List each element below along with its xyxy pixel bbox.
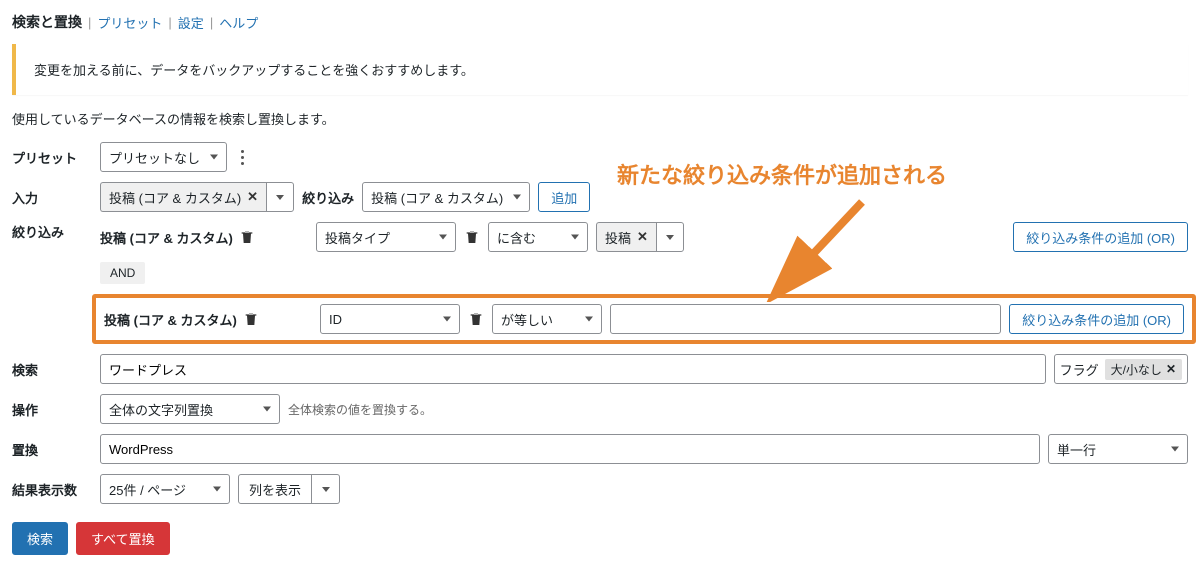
filter2-highlight: 投稿 (コア & カスタム) ID が等しい 絞り込み条件の追加 (OR) — [92, 294, 1196, 344]
backup-notice: 変更を加える前に、データをバックアップすることを強くおすすめします。 — [12, 44, 1188, 95]
filter1-add-or-button[interactable]: 絞り込み条件の追加 (OR) — [1013, 222, 1188, 252]
replace-label: 置換 — [12, 440, 90, 459]
search-label: 検索 — [12, 360, 90, 379]
results-label: 結果表示数 — [12, 480, 90, 499]
page-title: 検索と置換 — [12, 12, 82, 32]
flag-chip[interactable]: 大/小なし ✕ — [1105, 359, 1182, 380]
close-icon[interactable]: ✕ — [637, 229, 648, 245]
flag-label: フラグ — [1060, 360, 1099, 379]
preset-label: プリセット — [12, 148, 90, 167]
filter1-title: 投稿 (コア & カスタム) — [100, 228, 233, 247]
replace-input[interactable] — [100, 434, 1040, 464]
separator: | — [88, 15, 91, 30]
filter1-value-tag[interactable]: 投稿 ✕ — [596, 222, 656, 252]
input-filter-select[interactable]: 投稿 (コア & カスタム) — [362, 182, 530, 212]
page-description: 使用しているデータベースの情報を検索し置換します。 — [12, 109, 1188, 128]
filter2-title: 投稿 (コア & カスタム) — [104, 310, 237, 329]
trash-icon[interactable] — [468, 311, 484, 327]
replace-all-button[interactable]: すべて置換 — [76, 522, 170, 555]
operation-hint: 全体検索の値を置換する。 — [288, 401, 432, 418]
columns-dropdown[interactable] — [312, 474, 340, 504]
input-source-dropdown[interactable] — [266, 182, 294, 212]
separator: | — [210, 15, 213, 30]
close-icon[interactable]: ✕ — [1166, 362, 1176, 376]
preset-select[interactable]: プリセットなし — [100, 142, 227, 172]
settings-link[interactable]: 設定 — [178, 13, 204, 32]
and-operator-label: AND — [100, 262, 145, 284]
trash-icon[interactable] — [239, 229, 255, 245]
search-button[interactable]: 検索 — [12, 522, 68, 555]
filter2-op-select[interactable]: が等しい — [492, 304, 602, 334]
add-button[interactable]: 追加 — [538, 182, 590, 212]
annotation-arrow — [762, 192, 882, 302]
filter-sublabel: 絞り込み — [302, 188, 354, 207]
filter2-field-select[interactable]: ID — [320, 304, 460, 334]
help-link[interactable]: ヘルプ — [219, 13, 258, 32]
trash-icon[interactable] — [243, 311, 259, 327]
filter2-value-input[interactable] — [610, 304, 1001, 334]
operation-label: 操作 — [12, 400, 90, 419]
columns-button[interactable]: 列を表示 — [238, 474, 312, 504]
search-flags[interactable]: フラグ 大/小なし ✕ — [1054, 354, 1188, 384]
operation-select[interactable]: 全体の文字列置換 — [100, 394, 280, 424]
separator: | — [168, 15, 171, 30]
replace-mode-select[interactable]: 単一行 — [1048, 434, 1188, 464]
input-label: 入力 — [12, 188, 90, 207]
filter1-field-select[interactable]: 投稿タイプ — [316, 222, 456, 252]
input-source-tag[interactable]: 投稿 (コア & カスタム) ✕ — [100, 182, 266, 212]
filter2-add-or-button[interactable]: 絞り込み条件の追加 (OR) — [1009, 304, 1184, 334]
annotation-text: 新たな絞り込み条件が追加される — [617, 158, 947, 190]
per-page-select[interactable]: 25件 / ページ — [100, 474, 230, 504]
search-input[interactable] — [100, 354, 1046, 384]
preset-menu-icon[interactable] — [235, 144, 250, 171]
close-icon[interactable]: ✕ — [247, 189, 258, 205]
filter-label: 絞り込み — [12, 222, 90, 241]
preset-link[interactable]: プリセット — [97, 13, 162, 32]
filter1-op-select[interactable]: に含む — [488, 222, 588, 252]
trash-icon[interactable] — [464, 229, 480, 245]
filter1-value-dropdown[interactable] — [656, 222, 684, 252]
